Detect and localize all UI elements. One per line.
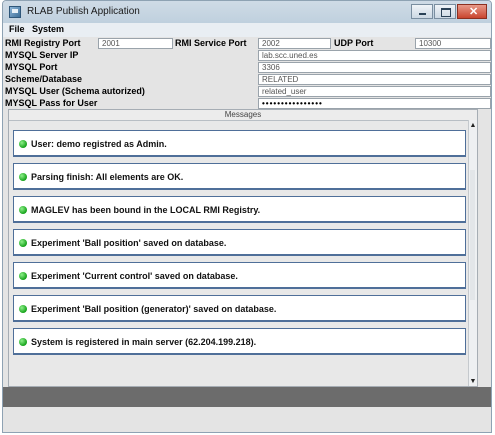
mysql-pass-label: MYSQL Pass for User bbox=[5, 98, 98, 108]
mysql-pass-field[interactable]: •••••••••••••••• bbox=[258, 98, 491, 109]
message-text: Parsing finish: All elements are OK. bbox=[31, 172, 184, 182]
close-button[interactable]: ✕ bbox=[457, 4, 487, 19]
message-text: MAGLEV has been bound in the LOCAL RMI R… bbox=[31, 205, 261, 215]
udp-port-field[interactable]: 10300 bbox=[415, 38, 491, 49]
minimize-icon bbox=[419, 13, 426, 15]
message-text: Experiment 'Current control' saved on da… bbox=[31, 271, 238, 281]
scroll-down-arrow-icon[interactable]: ▼ bbox=[469, 378, 477, 386]
mysql-server-ip-field[interactable]: lab.scc.uned.es bbox=[258, 50, 491, 61]
menu-system[interactable]: System bbox=[32, 24, 64, 34]
minimize-button[interactable] bbox=[411, 4, 433, 19]
window-controls: ✕ bbox=[410, 4, 487, 20]
app-window: RLAB Publish Application ✕ File System R… bbox=[2, 0, 492, 433]
title-bar[interactable]: RLAB Publish Application ✕ bbox=[3, 1, 491, 23]
message-text: System is registered in main server (62.… bbox=[31, 337, 257, 347]
menu-file[interactable]: File bbox=[9, 24, 25, 34]
scheme-database-field[interactable]: RELATED bbox=[258, 74, 491, 85]
status-footer bbox=[3, 387, 491, 407]
list-item[interactable]: Experiment 'Ball position (generator)' s… bbox=[13, 295, 466, 322]
rmi-registry-port-field[interactable]: 2001 bbox=[98, 38, 173, 49]
list-item[interactable]: Experiment 'Current control' saved on da… bbox=[13, 262, 466, 289]
close-icon: ✕ bbox=[469, 6, 479, 18]
scheme-database-label: Scheme/Database bbox=[5, 74, 83, 84]
list-item[interactable]: User: demo registred as Admin. bbox=[13, 130, 466, 157]
rmi-service-port-field[interactable]: 2002 bbox=[258, 38, 331, 49]
mysql-user-field[interactable]: related_user bbox=[258, 86, 491, 97]
messages-panel: Messages User: demo registred as Admin. … bbox=[8, 109, 478, 387]
messages-list[interactable]: User: demo registred as Admin. Parsing f… bbox=[9, 120, 471, 386]
maximize-button[interactable] bbox=[434, 4, 456, 19]
mysql-port-label: MYSQL Port bbox=[5, 62, 58, 72]
window-title: RLAB Publish Application bbox=[27, 6, 140, 17]
menu-bar: File System bbox=[3, 23, 491, 37]
green-status-dot-icon bbox=[19, 140, 27, 148]
green-status-dot-icon bbox=[19, 305, 27, 313]
message-text: Experiment 'Ball position' saved on data… bbox=[31, 238, 227, 248]
app-window-icon bbox=[9, 6, 21, 18]
scroll-thumb[interactable] bbox=[470, 170, 475, 300]
scroll-up-arrow-icon[interactable]: ▲ bbox=[469, 122, 477, 130]
list-item[interactable]: System is registered in main server (62.… bbox=[13, 328, 466, 355]
maximize-icon bbox=[441, 8, 451, 17]
message-text: User: demo registred as Admin. bbox=[31, 139, 167, 149]
messages-scrollbar[interactable]: ▲ ▼ bbox=[468, 120, 477, 386]
green-status-dot-icon bbox=[19, 239, 27, 247]
mysql-server-ip-label: MYSQL Server IP bbox=[5, 50, 79, 60]
udp-port-label: UDP Port bbox=[334, 38, 374, 48]
green-status-dot-icon bbox=[19, 173, 27, 181]
message-text: Experiment 'Ball position (generator)' s… bbox=[31, 304, 277, 314]
green-status-dot-icon bbox=[19, 206, 27, 214]
list-item[interactable]: Experiment 'Ball position' saved on data… bbox=[13, 229, 466, 256]
list-item[interactable]: MAGLEV has been bound in the LOCAL RMI R… bbox=[13, 196, 466, 223]
rmi-service-port-label: RMI Service Port bbox=[175, 38, 247, 48]
green-status-dot-icon bbox=[19, 272, 27, 280]
rmi-registry-port-label: RMI Registry Port bbox=[5, 38, 81, 48]
green-status-dot-icon bbox=[19, 338, 27, 346]
mysql-port-field[interactable]: 3306 bbox=[258, 62, 491, 73]
mysql-user-label: MYSQL User (Schema autorized) bbox=[5, 86, 145, 96]
list-item[interactable]: Parsing finish: All elements are OK. bbox=[13, 163, 466, 190]
